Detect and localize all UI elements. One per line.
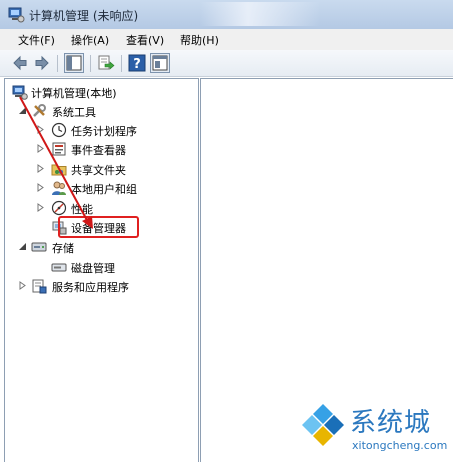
- toolbar: ?: [0, 50, 453, 77]
- tree-label: 本地用户和组: [71, 183, 137, 196]
- window-title: 计算机管理 (未响应): [29, 9, 139, 23]
- expand-arrow-icon[interactable]: [36, 183, 45, 192]
- show-hide-tree-icon[interactable]: [64, 53, 84, 73]
- watermark-logo-icon: [302, 404, 344, 446]
- export-list-icon[interactable]: [97, 54, 115, 72]
- performance-icon: [51, 200, 67, 216]
- menu-view[interactable]: 查看(V): [126, 32, 164, 48]
- tree-label: 服务和应用程序: [52, 281, 129, 294]
- help-icon[interactable]: ?: [128, 54, 146, 72]
- toolbar-separator: [90, 55, 91, 72]
- tree-label: 性能: [71, 203, 93, 216]
- expand-arrow-icon[interactable]: [36, 203, 45, 212]
- users-icon: [52, 181, 66, 195]
- toolbar-separator: [121, 55, 122, 72]
- watermark-name: 系统城: [350, 408, 432, 438]
- event-viewer-icon: [52, 142, 66, 156]
- menu-file[interactable]: 文件(F): [18, 32, 55, 48]
- expand-arrow-icon[interactable]: [36, 125, 45, 134]
- shared-folder-icon: [51, 164, 67, 176]
- tree-label: 计算机管理(本地): [31, 87, 117, 100]
- clock-icon: [51, 122, 67, 138]
- title-bar[interactable]: 计算机管理 (未响应): [0, 0, 453, 29]
- tree-label: 事件查看器: [71, 144, 126, 157]
- tools-icon: [33, 104, 46, 117]
- forward-icon[interactable]: [33, 54, 51, 72]
- watermark-url: xitongcheng.com: [352, 439, 448, 452]
- toolbar-separator: [57, 55, 58, 72]
- back-icon[interactable]: [11, 54, 29, 72]
- highlight-box: [58, 216, 139, 238]
- expand-arrow-icon[interactable]: [36, 164, 45, 173]
- title-glass: [200, 2, 320, 26]
- menu-action[interactable]: 操作(A): [71, 32, 109, 48]
- tree-label: 存储: [52, 242, 74, 255]
- expand-arrow-icon[interactable]: [36, 144, 45, 153]
- services-icon: [32, 279, 47, 294]
- collapse-arrow-icon[interactable]: [18, 106, 27, 115]
- menu-help[interactable]: 帮助(H): [180, 32, 219, 48]
- computer-management-icon: [12, 85, 28, 100]
- properties-icon[interactable]: [150, 53, 170, 73]
- svg-text:?: ?: [133, 57, 141, 72]
- disk-management-icon: [51, 263, 67, 272]
- tree-label: 系统工具: [52, 106, 96, 119]
- collapse-arrow-icon[interactable]: [18, 242, 27, 251]
- menu-bar: 文件(F) 操作(A) 查看(V) 帮助(H): [0, 29, 453, 51]
- tree-label: 共享文件夹: [71, 164, 126, 177]
- tree-label: 磁盘管理: [71, 262, 115, 275]
- storage-icon: [31, 242, 47, 252]
- computer-management-icon: [8, 7, 25, 23]
- tree-label: 任务计划程序: [71, 125, 137, 138]
- expand-arrow-icon[interactable]: [18, 281, 27, 290]
